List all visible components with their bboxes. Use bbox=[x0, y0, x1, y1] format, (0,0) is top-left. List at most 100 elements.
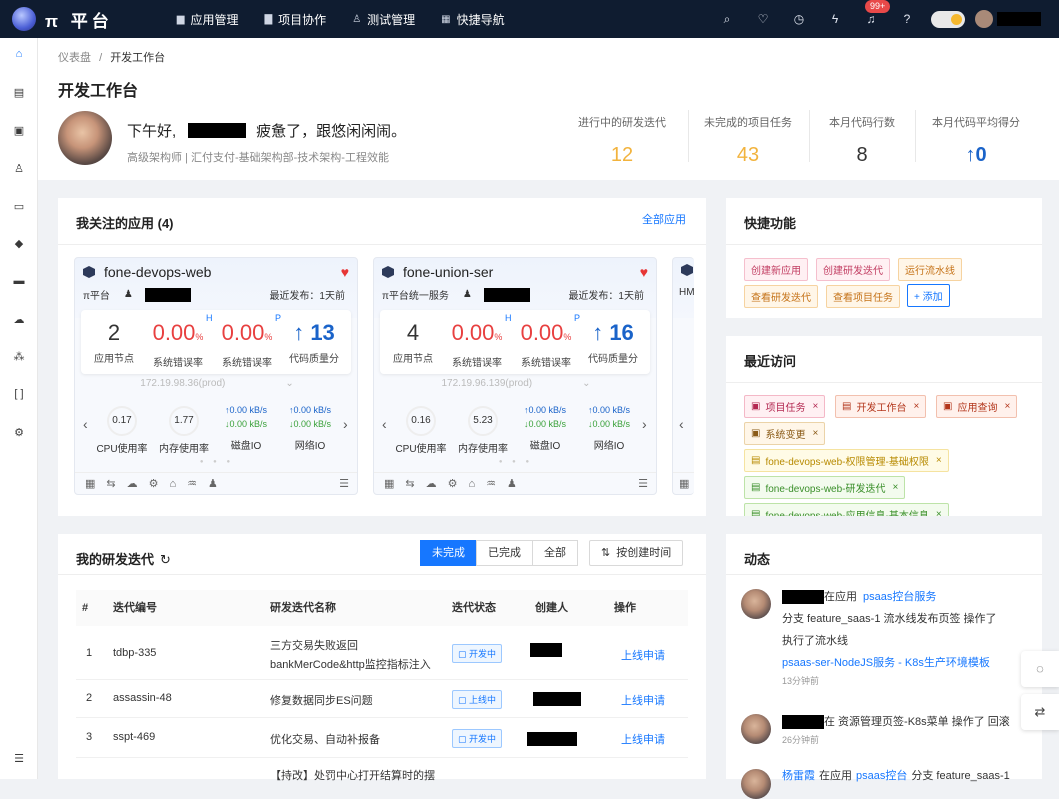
stat-iterations[interactable]: 进行中的研发迭代 12 bbox=[568, 114, 676, 167]
app-card[interactable]: fone-union-ser ♥ π平台统一服务 ♟ 最近发布：1天前 4 应用节点… bbox=[373, 257, 657, 495]
gear-icon[interactable]: ⚙ bbox=[149, 478, 170, 490]
online-apply-link[interactable]: 上线申请 bbox=[621, 692, 665, 708]
close-icon[interactable]: × bbox=[812, 428, 818, 439]
settings-icon[interactable]: ☰ bbox=[638, 477, 648, 490]
app-name[interactable]: fone-union-ser bbox=[382, 264, 493, 280]
flask-icon[interactable]: ♙ bbox=[0, 162, 38, 175]
recent-tag[interactable]: ▤ 开发工作台 × bbox=[835, 395, 927, 418]
cloud-icon[interactable]: ☁ bbox=[127, 478, 149, 490]
breadcrumb-root[interactable]: 仪表盘 bbox=[58, 52, 91, 64]
refresh-icon[interactable]: ↻ bbox=[160, 552, 171, 567]
node-ip[interactable]: 172.19.96.139(prod) ⌄ bbox=[374, 378, 658, 389]
close-icon[interactable]: × bbox=[812, 401, 818, 412]
stat-code-score[interactable]: 本月代码平均得分 ↑0 bbox=[924, 114, 1028, 167]
filter-unfinished[interactable]: 未完成 bbox=[420, 540, 477, 566]
chevron-right-icon[interactable]: › bbox=[642, 416, 647, 432]
chevron-left-icon[interactable]: ‹ bbox=[679, 416, 684, 432]
link-icon[interactable]: ⇆ bbox=[405, 478, 425, 490]
monitor-icon[interactable]: ♒ bbox=[187, 478, 208, 490]
menu-fold-icon[interactable]: ☰ bbox=[0, 752, 38, 765]
list-icon[interactable]: ▤ bbox=[0, 86, 38, 99]
close-icon[interactable]: × bbox=[913, 401, 919, 412]
activity-pipeline-link[interactable]: psaas-ser-NodeJS服务 - K8s生产环境模板 bbox=[782, 652, 997, 674]
cloud-icon[interactable]: ☁ bbox=[0, 313, 38, 326]
nav-test-management[interactable]: ♙ 测试管理 bbox=[352, 11, 415, 28]
calendar-icon[interactable]: ▦ bbox=[384, 478, 405, 490]
iteration-id-link[interactable]: sspt-469 bbox=[113, 731, 155, 743]
chat-icon[interactable]: ◌ bbox=[1021, 651, 1059, 687]
filter-all[interactable]: 全部 bbox=[532, 540, 578, 566]
heart-icon[interactable]: ♥ bbox=[341, 264, 349, 280]
help-icon[interactable]: ? bbox=[889, 12, 925, 26]
app-card-partial[interactable]: HM ‹ ▦ bbox=[672, 257, 694, 495]
lightning-icon[interactable]: ϟ bbox=[817, 12, 853, 26]
theme-toggle[interactable] bbox=[931, 10, 965, 28]
quick-view-tasks[interactable]: 查看项目任务 bbox=[826, 285, 900, 308]
document-icon[interactable]: ▭ bbox=[0, 200, 38, 213]
recent-tag[interactable]: ▤ fone-devops-web-权限管理-基础权限 × bbox=[744, 449, 949, 472]
chevron-left-icon[interactable]: ‹ bbox=[382, 416, 387, 432]
home-icon[interactable]: ⌂ bbox=[0, 48, 38, 60]
bell-icon[interactable]: ♫ 99+ bbox=[853, 0, 891, 26]
stat-code-lines[interactable]: 本月代码行数 8 bbox=[818, 114, 906, 167]
iteration-id-link[interactable]: assassin-48 bbox=[113, 692, 172, 704]
clipboard-icon[interactable]: ▣ bbox=[0, 124, 38, 137]
recent-tag[interactable]: ▤ fone-devops-web-应用信息-基本信息 × bbox=[744, 503, 949, 516]
iteration-id-link[interactable]: tdbp-335 bbox=[113, 647, 156, 659]
code-icon[interactable]: [ ] bbox=[0, 388, 38, 400]
logo[interactable]: π 平台 bbox=[12, 7, 113, 32]
heart-icon[interactable]: ♥ bbox=[640, 264, 648, 280]
chevron-left-icon[interactable]: ‹ bbox=[83, 416, 88, 432]
switch-icon[interactable]: ⇄ bbox=[1021, 694, 1059, 730]
graduation-cap-icon[interactable]: ◆ bbox=[0, 237, 38, 250]
avatar[interactable] bbox=[975, 10, 993, 28]
metric-nodes: 4 应用节点 bbox=[380, 320, 446, 365]
link-icon[interactable]: ⇆ bbox=[106, 478, 126, 490]
activity-app-link[interactable]: psaas控台服务 bbox=[863, 591, 936, 603]
online-apply-link[interactable]: 上线申请 bbox=[621, 647, 665, 663]
nav-project-collab[interactable]: ▇ 项目协作 bbox=[264, 11, 326, 28]
all-apps-link[interactable]: 全部应用 bbox=[642, 211, 686, 227]
recent-tag[interactable]: ▣ 项目任务 × bbox=[744, 395, 826, 418]
calendar-icon[interactable]: ▦ bbox=[85, 478, 106, 490]
stat-tasks[interactable]: 未完成的项目任务 43 bbox=[696, 114, 800, 167]
nav-app-management[interactable]: ▆ 应用管理 bbox=[177, 11, 239, 28]
activity-app-link[interactable]: psaas控台 bbox=[856, 770, 907, 782]
recent-tag[interactable]: ▤ fone-devops-web-研发迭代 × bbox=[744, 476, 906, 499]
node-ip[interactable]: 172.19.98.36(prod) ⌄ bbox=[75, 378, 359, 389]
gear-icon[interactable]: ⚙ bbox=[448, 478, 469, 490]
close-icon[interactable]: × bbox=[936, 509, 942, 516]
calendar-icon[interactable]: ▦ bbox=[679, 478, 694, 490]
add-quick-button[interactable]: + 添加 bbox=[907, 284, 950, 307]
close-icon[interactable]: × bbox=[1004, 401, 1010, 412]
gear-icon[interactable]: ⚙ bbox=[0, 426, 38, 439]
building-icon[interactable]: ⌂ bbox=[469, 478, 487, 490]
chevron-right-icon[interactable]: › bbox=[343, 416, 348, 432]
app-name[interactable]: fone-devops-web bbox=[83, 264, 211, 280]
quick-create-iteration[interactable]: 创建研发迭代 bbox=[816, 258, 890, 281]
heart-icon[interactable]: ♡ bbox=[745, 12, 781, 26]
app-card[interactable]: fone-devops-web ♥ π平台 ♟ 最近发布：1天前 2 应用节点 H0… bbox=[74, 257, 358, 495]
building-icon[interactable]: ⌂ bbox=[170, 478, 188, 490]
close-icon[interactable]: × bbox=[936, 455, 942, 466]
recent-tag[interactable]: ▣ 应用查询 × bbox=[936, 395, 1018, 418]
user-icon[interactable]: ♟ bbox=[208, 478, 229, 490]
monitor-icon[interactable]: ♒ bbox=[486, 478, 507, 490]
filter-finished[interactable]: 已完成 bbox=[476, 540, 533, 566]
search-icon[interactable]: ⌕ bbox=[709, 12, 745, 27]
settings-icon[interactable]: ☰ bbox=[339, 477, 349, 490]
quick-run-pipeline[interactable]: 运行流水线 bbox=[898, 258, 962, 281]
clock-icon[interactable]: ◷ bbox=[781, 12, 817, 26]
recent-tag[interactable]: ▣ 系统变更 × bbox=[744, 422, 826, 445]
activity-user-link[interactable]: 杨雷霞 bbox=[782, 770, 815, 782]
close-icon[interactable]: × bbox=[893, 482, 899, 493]
cloud-icon[interactable]: ☁ bbox=[426, 478, 448, 490]
user-icon[interactable]: ♟ bbox=[507, 478, 528, 490]
nav-quick-navigation[interactable]: ▦ 快捷导航 bbox=[441, 11, 504, 28]
quick-view-iteration[interactable]: 查看研发迭代 bbox=[744, 285, 818, 308]
cup-icon[interactable]: ▬ bbox=[0, 275, 38, 287]
online-apply-link[interactable]: 上线申请 bbox=[621, 731, 665, 747]
sort-button[interactable]: ⇅ 按创建时间 bbox=[589, 540, 684, 566]
quick-create-app[interactable]: 创建新应用 bbox=[744, 258, 808, 281]
hierarchy-icon[interactable]: ⁂ bbox=[0, 350, 38, 363]
